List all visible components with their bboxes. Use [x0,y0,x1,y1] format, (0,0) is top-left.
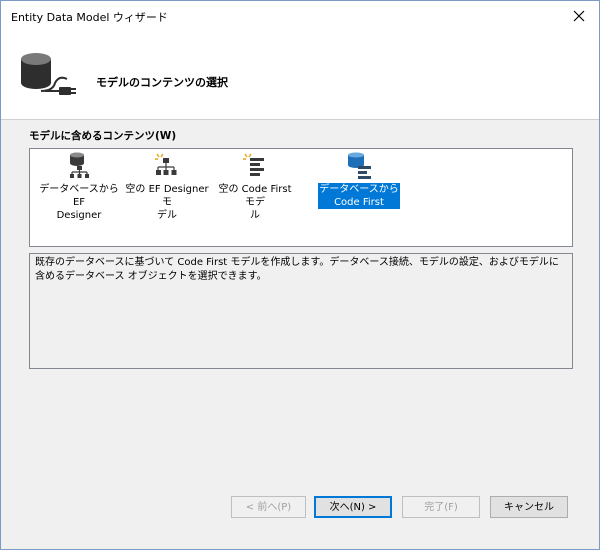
item-label: 空の Code First モデル [218,184,292,221]
close-button[interactable] [559,1,599,31]
database-hierarchy-icon [70,152,89,178]
item-label: データベースから Code First [318,183,400,209]
empty-hierarchy-icon [155,153,177,175]
wizard-header: モデルのコンテンツの選択 [1,31,599,120]
back-button[interactable]: < 前へ(P) [231,496,306,518]
item-empty-code-first[interactable]: 空の Code First モデル [212,151,298,221]
item-empty-ef-designer[interactable]: 空の EF Designer モデル [124,151,210,221]
code-first-icon [243,153,264,176]
page-title: モデルのコンテンツの選択 [96,76,228,89]
database-code-first-icon [348,152,371,179]
content-list[interactable]: データベースから EFDesigner 空の EF Designer モデル [29,148,573,247]
item-label: 空の EF Designer モデル [125,184,209,221]
finish-button[interactable]: 完了(F) [402,496,480,518]
description-box: 既存のデータベースに基づいて Code First モデルを作成します。データベ… [29,253,573,369]
description-text: 既存のデータベースに基づいて Code First モデルを作成します。データベ… [35,257,559,282]
database-plug-icon [21,53,76,95]
item-database-code-first[interactable]: データベースから Code First [316,151,402,215]
item-label: データベースから EF Designer [39,184,119,221]
next-button[interactable]: 次へ(N) > [314,496,392,518]
title-bar: Entity Data Model ウィザード [1,1,599,31]
close-icon [573,10,585,22]
item-database-ef-designer[interactable]: データベースから EF Designer [36,151,122,221]
cancel-button[interactable]: キャンセル [490,496,568,518]
window-title: Entity Data Model ウィザード [11,11,168,24]
wizard-window: Entity Data Model ウィザード モデルのコンテンツの選択 モデル… [0,0,600,550]
content-section-label: モデルに含めるコンテンツ(W) [29,130,177,142]
